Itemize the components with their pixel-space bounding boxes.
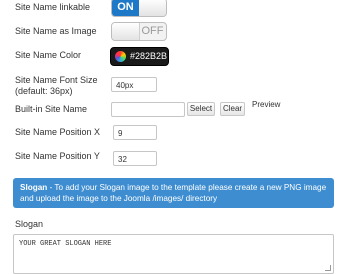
builtin-site-name-input[interactable] [111, 102, 185, 117]
site-name-font-size-label: Site Name Font Size [15, 75, 98, 85]
builtin-site-name-label: Built-in Site Name [15, 104, 88, 114]
toggle-off-label: OFF [141, 25, 164, 37]
position-y-input[interactable]: 32 [113, 151, 157, 166]
info-text: - To add your Slogan image to the templa… [20, 183, 327, 203]
site-name-linkable-toggle[interactable]: ON [111, 0, 167, 17]
color-wheel-icon [115, 51, 126, 62]
slogan-value: YOUR GREAT SLOGAN HERE [19, 240, 112, 248]
site-name-position-x-label: Site Name Position X [15, 127, 101, 137]
preview-label: Preview [252, 100, 281, 109]
site-name-position-y-label: Site Name Position Y [15, 151, 100, 161]
site-name-linkable-label: Site Name linkable [15, 2, 91, 12]
position-x-input[interactable]: 9 [113, 125, 157, 140]
site-name-color-label: Site Name Color [15, 50, 82, 60]
slogan-label: Slogan [15, 219, 44, 229]
slogan-info-box: Slogan - To add your Slogan image to the… [13, 178, 334, 208]
font-size-input[interactable]: 40px [111, 77, 157, 92]
toggle-on-label: ON [112, 0, 139, 16]
color-value: #282B2B [130, 51, 168, 61]
select-button[interactable]: Select [187, 102, 215, 116]
slogan-textarea[interactable]: YOUR GREAT SLOGAN HERE [13, 234, 334, 274]
site-name-font-size-default: (default: 36px) [15, 86, 73, 96]
color-picker-button[interactable]: #282B2B [110, 47, 169, 66]
resize-handle-icon[interactable] [325, 265, 331, 271]
site-name-as-image-label: Site Name as Image [15, 26, 97, 36]
toggle-knob [139, 0, 166, 16]
toggle-knob [112, 23, 140, 40]
site-name-as-image-toggle[interactable]: OFF [111, 22, 167, 41]
clear-button[interactable]: Clear [220, 102, 245, 116]
info-title: Slogan [20, 183, 48, 192]
